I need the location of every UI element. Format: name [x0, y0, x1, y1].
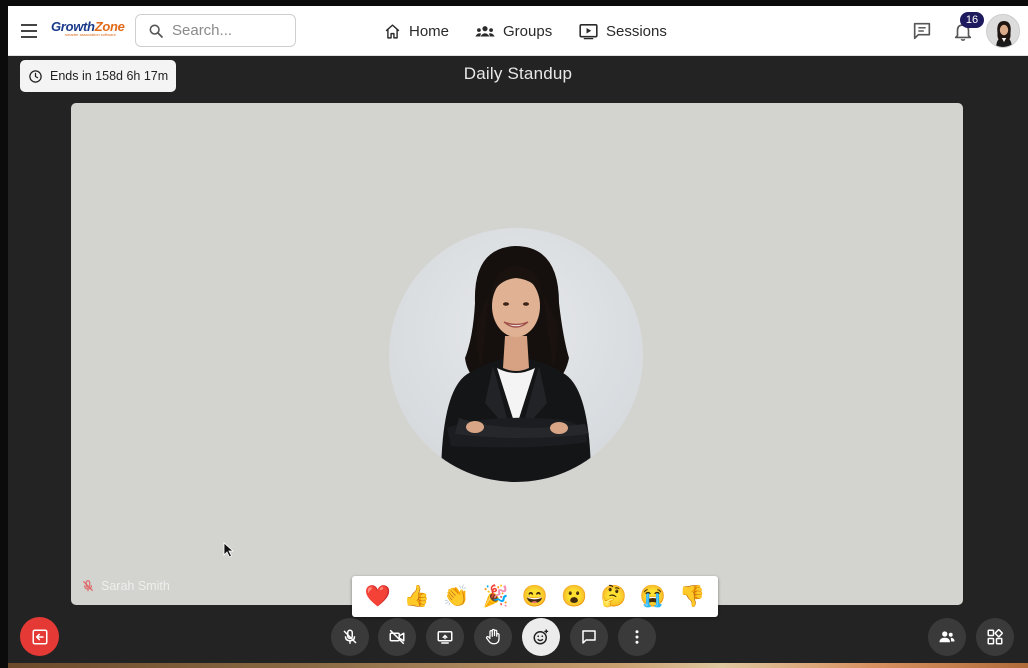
- reaction-heart[interactable]: ❤️: [361, 576, 395, 617]
- reaction-thinking[interactable]: 🤔: [597, 576, 631, 617]
- search-box[interactable]: [135, 14, 296, 47]
- raise-hand-icon: [485, 628, 500, 645]
- brand-tagline: smarter association software: [65, 32, 116, 37]
- search-input[interactable]: [172, 22, 282, 39]
- exit-icon: [32, 629, 47, 644]
- messages-icon[interactable]: [911, 20, 933, 42]
- home-icon: [385, 23, 400, 39]
- hamburger-menu-icon[interactable]: [18, 20, 40, 42]
- apps-grid-icon: [987, 629, 1003, 645]
- participants-icon: [939, 631, 955, 643]
- reaction-party[interactable]: 🎉: [479, 576, 513, 617]
- groups-icon: [475, 25, 495, 36]
- reaction-clap[interactable]: 👏: [439, 576, 473, 617]
- meeting-timer-text: Ends in 158d 6h 17m: [50, 69, 169, 83]
- top-navbar: GrowthZone smarter association software …: [8, 6, 1028, 56]
- reaction-thumbs-down[interactable]: 👎: [675, 576, 709, 617]
- reaction-laugh[interactable]: 😄: [518, 576, 552, 617]
- camera-off-icon: [389, 629, 405, 645]
- background-strip: [8, 663, 1028, 668]
- participant-label: Sarah Smith: [81, 579, 170, 593]
- reaction-surprised[interactable]: 😮: [557, 576, 591, 617]
- mic-muted-icon: [82, 580, 94, 592]
- leave-meeting-button[interactable]: [20, 617, 59, 656]
- share-screen-button[interactable]: [426, 618, 464, 656]
- video-stage: Sarah Smith: [71, 103, 963, 605]
- search-icon: [149, 24, 163, 38]
- nav-sessions[interactable]: Sessions: [579, 19, 667, 43]
- nav-home-label: Home: [409, 22, 450, 40]
- apps-button[interactable]: [976, 618, 1014, 656]
- toggle-mic-button[interactable]: [331, 618, 369, 656]
- clock-icon: [29, 69, 42, 83]
- sessions-play-icon: [579, 23, 598, 39]
- meeting-timer: Ends in 158d 6h 17m: [20, 60, 177, 92]
- toggle-camera-button[interactable]: [378, 618, 416, 656]
- reactions-button[interactable]: [522, 618, 560, 656]
- raise-hand-button[interactable]: [474, 618, 512, 656]
- participant-name: Sarah Smith: [101, 579, 170, 593]
- reaction-picker: ❤️ 👍 👏 🎉 😄 😮 🤔 😭 👎: [352, 576, 718, 617]
- nav-sessions-label: Sessions: [606, 22, 667, 40]
- reaction-thumbs-up[interactable]: 👍: [400, 576, 434, 617]
- nav-groups-label: Groups: [503, 22, 553, 40]
- nav-home[interactable]: Home: [384, 19, 449, 43]
- app-window: GrowthZone smarter association software …: [8, 6, 1028, 668]
- meeting-title: Daily Standup: [463, 64, 573, 83]
- user-avatar[interactable]: [986, 14, 1020, 48]
- mouse-cursor-icon: [223, 542, 235, 558]
- more-options-button[interactable]: [618, 618, 656, 656]
- brand-logo[interactable]: GrowthZone smarter association software: [51, 19, 125, 43]
- chat-button[interactable]: [570, 618, 608, 656]
- emoji-reaction-icon: [533, 629, 549, 645]
- participants-button[interactable]: [928, 618, 966, 656]
- mic-off-icon: [343, 629, 357, 644]
- notification-count-badge: 16: [960, 12, 984, 28]
- participant-avatar-photo: [389, 228, 643, 482]
- more-vertical-icon: [635, 630, 639, 644]
- reaction-crying[interactable]: 😭: [636, 576, 670, 617]
- screen-share-icon: [437, 631, 453, 644]
- chat-icon: [582, 630, 596, 644]
- nav-groups[interactable]: Groups: [475, 19, 552, 43]
